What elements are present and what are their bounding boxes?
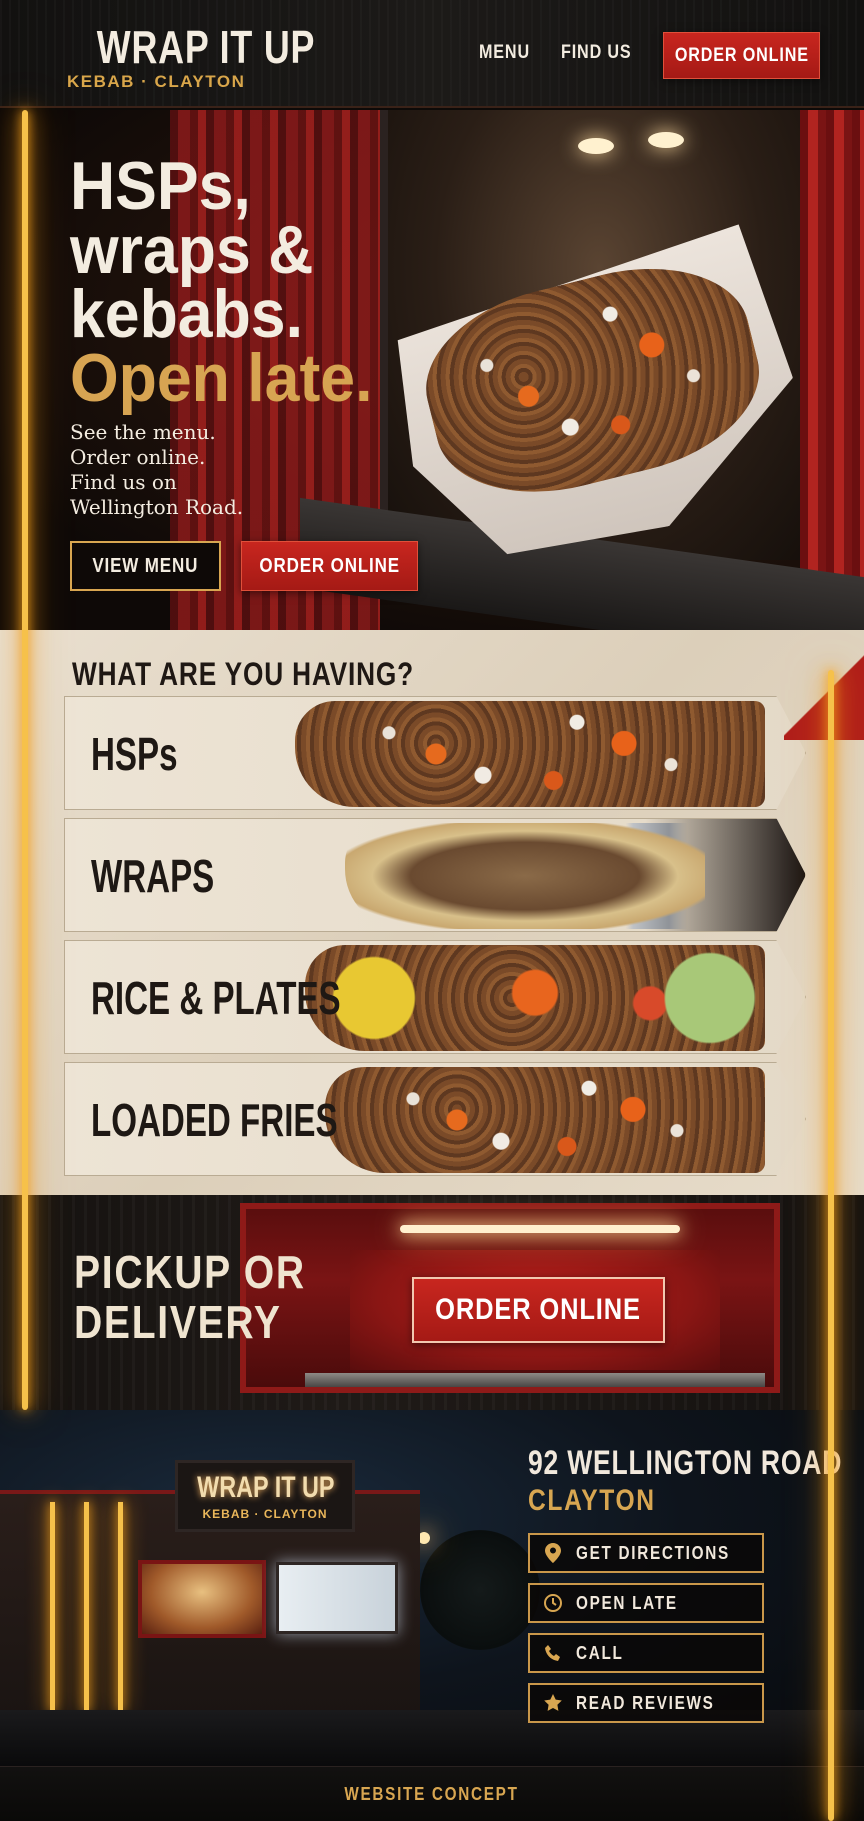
logo-title[interactable]: WRAP IT UP bbox=[97, 20, 315, 74]
ceiling-light bbox=[648, 132, 684, 148]
loaded-fries-food-image bbox=[325, 1067, 765, 1173]
read-reviews-label: READ REVIEWS bbox=[576, 1692, 715, 1713]
hero-body-line-4: Wellington Road. bbox=[70, 495, 244, 519]
shop-neon-strip bbox=[118, 1502, 123, 1712]
pickup-order-online-button[interactable]: ORDER ONLINE bbox=[412, 1277, 665, 1343]
wrap-food-image bbox=[345, 823, 705, 929]
booth-ledge bbox=[305, 1373, 765, 1387]
open-late-label: OPEN LATE bbox=[576, 1592, 678, 1613]
menu-item-label: LOADED FRIES bbox=[91, 1094, 338, 1146]
hero-section: HSPs, wraps & kebabs. Open late. See the… bbox=[0, 110, 864, 630]
site-header: WRAP IT UP KEBAB · CLAYTON MENU FIND US … bbox=[0, 0, 864, 108]
get-directions-label: GET DIRECTIONS bbox=[576, 1542, 730, 1563]
address-line-2: CLAYTON bbox=[528, 1484, 656, 1517]
rice-plate-food-image bbox=[305, 945, 765, 1051]
shop-sign: WRAP IT UP KEBAB · CLAYTON bbox=[175, 1460, 355, 1532]
hero-headline-line-3: kebabs. bbox=[70, 276, 303, 352]
ceiling-light bbox=[578, 138, 614, 154]
red-curtain-right bbox=[800, 110, 864, 590]
star-icon bbox=[530, 1693, 576, 1713]
hero-body-line-3: Find us on bbox=[70, 470, 177, 494]
get-directions-button[interactable]: GET DIRECTIONS bbox=[528, 1533, 764, 1573]
pickup-title-line-2: DELIVERY bbox=[74, 1296, 282, 1348]
menu-item-hsps[interactable]: HSPs bbox=[64, 696, 806, 810]
shop-menu-board bbox=[276, 1562, 398, 1634]
menu-section: WHAT ARE YOU HAVING? HSPs WRAPS RICE & P… bbox=[0, 630, 864, 1195]
right-neon-strip bbox=[828, 670, 834, 1821]
read-reviews-button[interactable]: READ REVIEWS bbox=[528, 1683, 764, 1723]
pickup-delivery-section: PICKUP OR DELIVERY ORDER ONLINE bbox=[0, 1195, 864, 1410]
view-menu-button[interactable]: VIEW MENU bbox=[70, 541, 221, 591]
phone-icon bbox=[530, 1644, 576, 1662]
menu-item-label: RICE & PLATES bbox=[91, 972, 341, 1024]
location-section: WRAP IT UP KEBAB · CLAYTON 92 WELLINGTON… bbox=[0, 1410, 864, 1766]
shop-window bbox=[138, 1560, 266, 1638]
hero-headline-line-2: wraps & bbox=[70, 212, 314, 288]
left-neon-strip bbox=[22, 110, 28, 1410]
booth-light bbox=[400, 1225, 680, 1233]
menu-item-loaded-fries[interactable]: LOADED FRIES bbox=[64, 1062, 806, 1176]
nav-find-us-link[interactable]: FIND US bbox=[561, 42, 632, 64]
footer-text: WEBSITE CONCEPT bbox=[344, 1783, 520, 1804]
open-late-button[interactable]: OPEN LATE bbox=[528, 1583, 764, 1623]
menu-item-label: HSPs bbox=[91, 728, 178, 780]
hero-body-line-1: See the menu. bbox=[70, 420, 216, 444]
hero-headline-accent: Open late. bbox=[70, 340, 373, 416]
menu-section-title: WHAT ARE YOU HAVING? bbox=[72, 656, 414, 692]
map-pin-icon bbox=[530, 1543, 576, 1563]
shop-neon-strip bbox=[50, 1502, 55, 1712]
call-button[interactable]: CALL bbox=[528, 1633, 764, 1673]
address-line-1: 92 WELLINGTON ROAD bbox=[528, 1444, 843, 1482]
menu-item-label: WRAPS bbox=[91, 850, 215, 902]
nav-menu-link[interactable]: MENU bbox=[479, 42, 530, 64]
pickup-title-line-1: PICKUP OR bbox=[74, 1246, 306, 1298]
clock-icon bbox=[530, 1593, 576, 1613]
hsps-food-image bbox=[295, 701, 765, 807]
hero-body-line-2: Order online. bbox=[70, 445, 206, 469]
hero-order-online-button[interactable]: ORDER ONLINE bbox=[241, 541, 418, 591]
site-footer: WEBSITE CONCEPT bbox=[0, 1766, 864, 1821]
logo-subtitle: KEBAB · CLAYTON bbox=[67, 72, 246, 91]
shop-neon-strip bbox=[84, 1502, 89, 1712]
shop-sign-title: WRAP IT UP bbox=[197, 1471, 335, 1504]
menu-item-rice-plates[interactable]: RICE & PLATES bbox=[64, 940, 806, 1054]
hero-headline-line-1: HSPs, bbox=[70, 148, 251, 224]
shop-sign-subtitle: KEBAB · CLAYTON bbox=[202, 1507, 328, 1521]
menu-item-wraps[interactable]: WRAPS bbox=[64, 818, 806, 932]
header-order-online-button[interactable]: ORDER ONLINE bbox=[663, 32, 820, 79]
tree-silhouette bbox=[420, 1530, 540, 1650]
call-label: CALL bbox=[576, 1642, 624, 1663]
